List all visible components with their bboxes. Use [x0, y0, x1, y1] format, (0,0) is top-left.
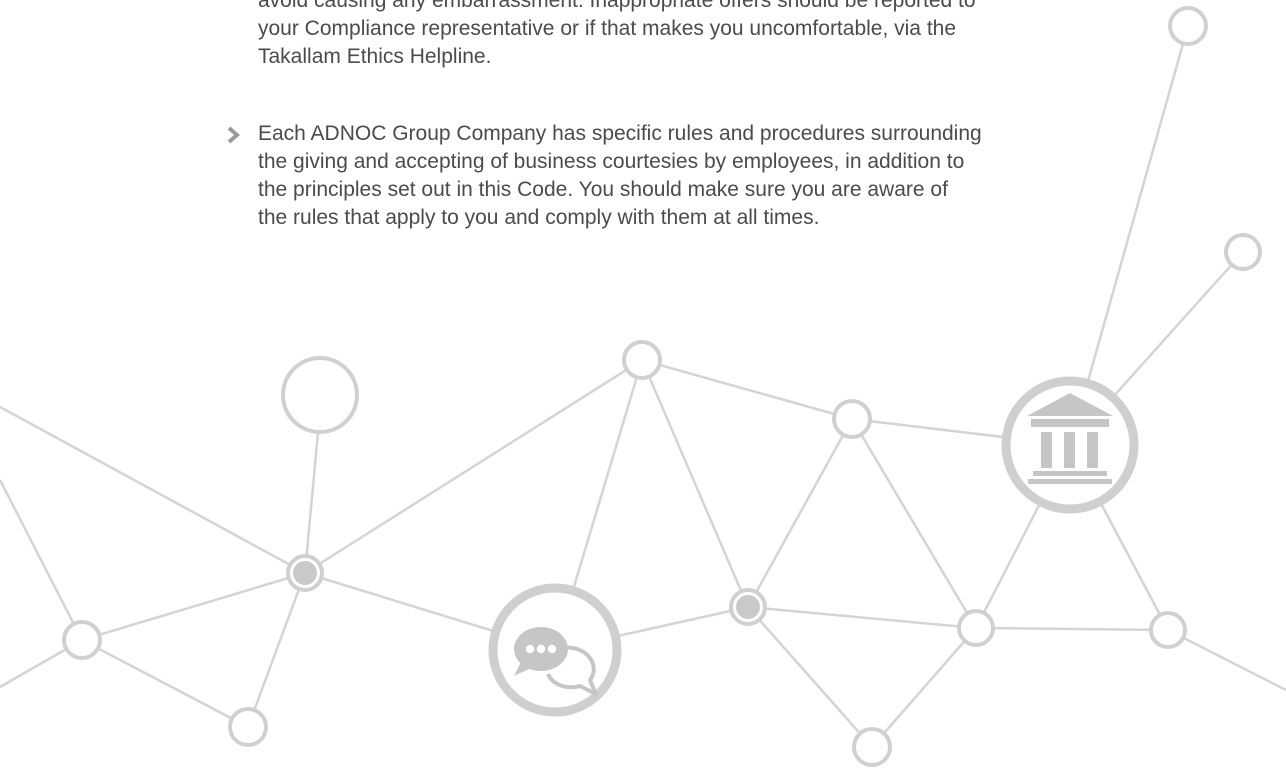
node-right-mid: [1224, 233, 1262, 271]
node-hub-center: [729, 588, 767, 626]
node-bottom-center: [852, 727, 892, 767]
bank-building-icon: [1001, 376, 1139, 514]
bullet-paragraph: Each ADNOC Group Company has specific ru…: [258, 120, 1058, 232]
paragraph-line: your Compliance representative or if tha…: [258, 17, 957, 40]
node-far-right-low: [1149, 611, 1187, 649]
node-left: [62, 620, 102, 660]
chevron-right-icon: [227, 126, 240, 144]
network-illustration: [0, 6, 1286, 767]
paragraph-line: the giving and accepting of business cou…: [258, 150, 965, 173]
chat-bubbles-icon: [488, 583, 622, 717]
node-hub-left: [286, 554, 324, 592]
node-center-right: [832, 399, 872, 439]
paragraph-line: Takallam Ethics Helpline.: [258, 45, 492, 68]
node-right-low: [957, 609, 995, 647]
paragraph-line: Each ADNOC Group Company has specific ru…: [258, 122, 982, 145]
paragraph-line: the rules that apply to you and comply w…: [258, 206, 820, 229]
node-top-center: [622, 340, 662, 380]
node-large-open: [281, 356, 359, 434]
paragraph-line: the principles set out in this Code. You…: [258, 178, 948, 201]
paragraph-line: avoid causing any embarrassment. Inappro…: [258, 0, 976, 12]
node-bottom-left: [228, 707, 268, 747]
node-top-right: [1168, 6, 1208, 46]
continuation-paragraph: avoid causing any embarrassment. Inappro…: [258, 0, 1058, 71]
